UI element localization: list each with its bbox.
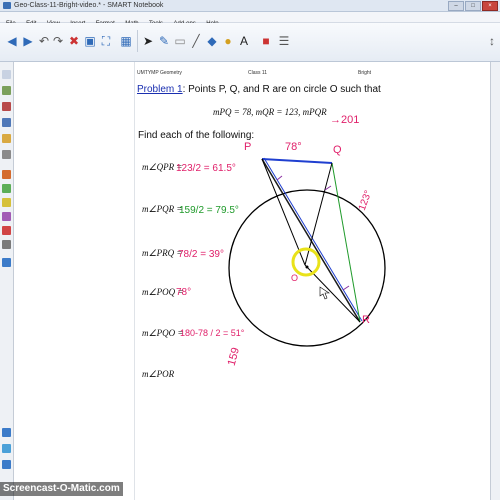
label-r: R	[362, 314, 370, 326]
given-arrow-annotation: →201	[330, 114, 359, 126]
work-pqr: 159/2 = 79.5°	[179, 205, 239, 216]
ink-overlay: P Q R O 78° 123° 159 →201 123/2 = 61.5° …	[176, 114, 386, 367]
radius-op	[261, 158, 306, 266]
arc-qr-annotation: 123°	[357, 189, 374, 212]
label-q: Q	[333, 144, 342, 156]
chord-pr-blue	[263, 157, 363, 322]
work-qpr: 123/2 = 61.5°	[176, 163, 236, 174]
work-pqo: 180-78 / 2 = 51°	[180, 328, 245, 338]
work-prq: 78/2 = 39°	[178, 249, 224, 260]
work-poq: 78°	[176, 287, 191, 298]
label-o: O	[291, 273, 298, 283]
tick-mark	[276, 175, 283, 181]
center-dot	[305, 265, 309, 269]
chord-pq	[261, 158, 333, 164]
watermark: Screencast-O-Matic.com	[0, 482, 123, 496]
arc-pr-annotation: 159	[226, 346, 242, 367]
tick-mark	[342, 285, 350, 291]
arc-pq-annotation: 78°	[285, 141, 302, 153]
label-p: P	[244, 141, 251, 153]
